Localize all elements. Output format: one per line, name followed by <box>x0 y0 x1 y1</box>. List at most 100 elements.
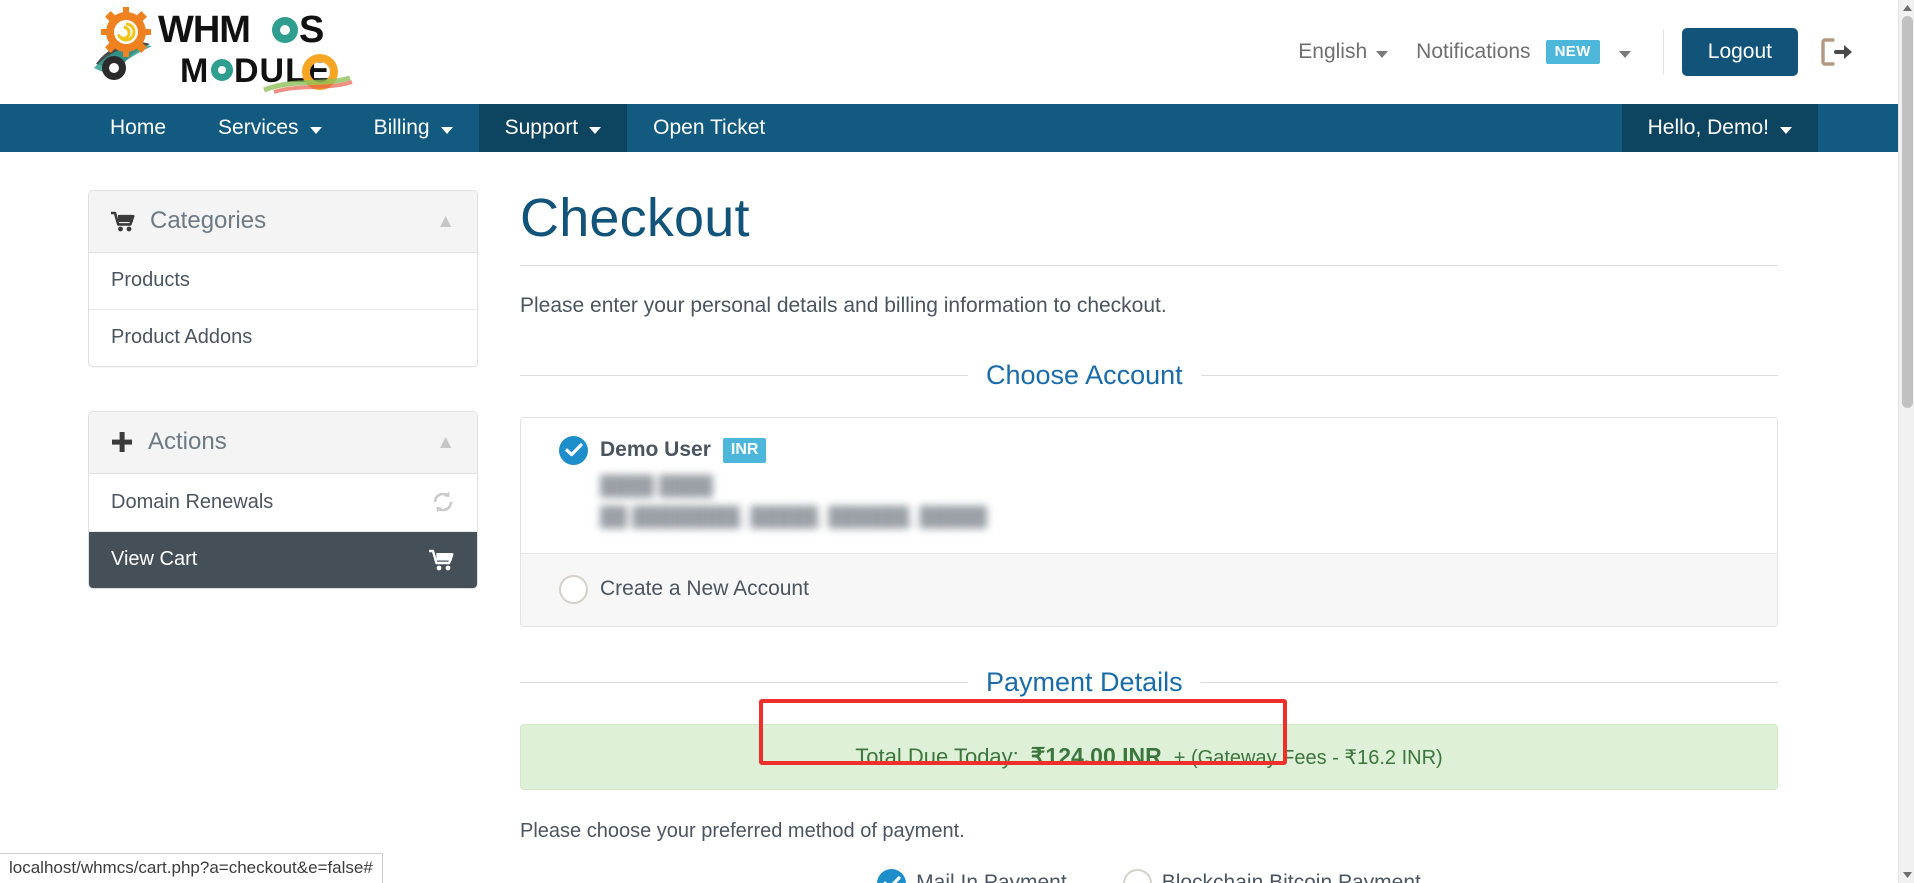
radio-unselected-icon[interactable] <box>559 574 588 604</box>
chevron-down-icon <box>1376 50 1389 58</box>
choose-account-heading: Choose Account <box>986 359 1183 390</box>
new-account-row: Create a New Account <box>559 574 1739 604</box>
language-label: English <box>1298 40 1368 63</box>
radio-selected-icon[interactable] <box>559 435 588 465</box>
chevron-up-icon[interactable]: ▲ <box>436 212 455 231</box>
logout-arrow-icon[interactable] <box>1820 37 1854 67</box>
account-name: Demo User <box>600 438 711 462</box>
chevron-down-icon <box>440 126 453 134</box>
page-scrollbar[interactable] <box>1898 0 1914 883</box>
sidebar-panel-categories-header[interactable]: Categories ▲ <box>89 191 477 253</box>
nav-label: Open Ticket <box>653 116 766 139</box>
account-option-existing[interactable]: Demo User INR ████ ████ ██ ████████, ███… <box>521 417 1777 553</box>
payment-method-mail-in[interactable]: Mail In Payment <box>877 868 1067 883</box>
payment-method-blockchain-bitcoin[interactable]: Blockchain Bitcoin Payment <box>1122 868 1421 883</box>
chevron-down-icon <box>309 126 322 134</box>
divider-rule <box>1200 681 1778 683</box>
account-address-line-2: ██ ████████, █████, ██████, █████ <box>600 506 987 528</box>
browser-page: WHM S M DULE English Notifications NEW L… <box>0 0 1914 883</box>
total-due-amount: ₹124.00 INR <box>1030 743 1162 770</box>
radio-unselected-icon[interactable] <box>1122 868 1152 883</box>
sidebar-panel-title: Categories <box>150 207 267 234</box>
payment-details-heading: Payment Details <box>986 666 1183 697</box>
title-divider <box>520 264 1778 266</box>
language-selector[interactable]: English <box>1284 40 1402 64</box>
main-content: Checkout Please enter your personal deta… <box>520 190 1778 883</box>
sidebar: Categories ▲ Products Product Addons Act… <box>88 190 478 633</box>
nav-item-account-menu[interactable]: Hello, Demo! <box>1621 104 1818 152</box>
scroll-up-arrow-icon[interactable] <box>1899 0 1914 16</box>
svg-text:S: S <box>299 9 324 51</box>
cart-icon <box>111 211 135 232</box>
sidebar-panel-actions: Actions ▲ Domain Renewals View Cart <box>88 411 478 589</box>
nav-item-support[interactable]: Support <box>478 104 628 152</box>
chevron-down-icon <box>1618 50 1631 58</box>
account-chooser: Demo User INR ████ ████ ██ ████████, ███… <box>520 416 1778 627</box>
scroll-down-arrow-icon[interactable] <box>1899 867 1914 883</box>
site-logo[interactable]: WHM S M DULE <box>88 6 356 94</box>
nav-item-open-ticket[interactable]: Open Ticket <box>627 104 791 152</box>
site-header: WHM S M DULE English Notifications NEW L… <box>0 0 1898 104</box>
account-currency-badge: INR <box>722 437 767 463</box>
sidebar-item-view-cart[interactable]: View Cart <box>89 532 477 588</box>
payment-details-divider: Payment Details <box>520 667 1778 698</box>
nav-item-billing[interactable]: Billing <box>348 104 479 152</box>
choose-account-divider: Choose Account <box>520 360 1778 391</box>
payment-method-lead-text: Please choose your preferred method of p… <box>520 819 965 842</box>
nav-label: Support <box>504 116 579 139</box>
gateway-fees-note: + (Gateway Fees - ₹16.2 INR) <box>1173 747 1443 770</box>
nav-account-area: Hello, Demo! <box>1621 104 1898 152</box>
chevron-down-icon <box>589 126 602 134</box>
account-address-line-1: ████ ████ <box>600 475 713 497</box>
logout-button[interactable]: Logout <box>1681 27 1798 77</box>
nav-label: Billing <box>373 116 430 139</box>
notifications-label: Notifications <box>1416 40 1531 63</box>
sidebar-panel-title: Actions <box>148 428 227 455</box>
sidebar-item-product-addons[interactable]: Product Addons <box>89 310 477 366</box>
scrollbar-thumb[interactable] <box>1902 16 1913 408</box>
notifications-menu[interactable]: Notifications NEW <box>1402 40 1645 64</box>
page-viewport: WHM S M DULE English Notifications NEW L… <box>0 0 1898 883</box>
new-account-label: Create a New Account <box>600 577 809 601</box>
page-body: Categories ▲ Products Product Addons Act… <box>0 152 1898 883</box>
sidebar-panel-categories: Categories ▲ Products Product Addons <box>88 190 478 367</box>
sidebar-item-label: Domain Renewals <box>111 490 274 513</box>
account-option-row: Demo User INR <box>559 435 1739 465</box>
divider-rule <box>520 681 968 683</box>
sidebar-item-domain-renewals[interactable]: Domain Renewals <box>89 474 477 532</box>
chevron-up-icon[interactable]: ▲ <box>436 433 455 452</box>
chevron-down-icon <box>1780 126 1792 134</box>
sidebar-item-label: Product Addons <box>111 326 253 348</box>
account-greeting: Hello, Demo! <box>1647 116 1769 139</box>
browser-status-bar: localhost/whmcs/cart.php?a=checkout&e=fa… <box>0 853 383 883</box>
cart-icon <box>429 549 455 571</box>
divider-rule <box>1200 374 1778 376</box>
account-address-redacted: ████ ████ ██ ████████, █████, ██████, ██… <box>600 476 1739 529</box>
checkout-lead-text: Please enter your personal details and b… <box>520 293 1167 317</box>
payment-method-label: Mail In Payment <box>916 871 1067 883</box>
main-navigation: Home Services Billing Support Open Ticke… <box>0 104 1898 152</box>
whmcs-module-logo-icon: WHM S M DULE <box>94 7 353 94</box>
page-title: Checkout <box>520 188 750 248</box>
total-due-banner: Total Due Today: ₹124.00 INR + (Gateway … <box>520 698 1778 790</box>
nav-item-home[interactable]: Home <box>84 104 192 152</box>
sidebar-item-products[interactable]: Products <box>89 253 477 310</box>
sign-out-icon <box>1821 38 1852 66</box>
svg-text:WHM: WHM <box>158 9 250 51</box>
svg-text:M: M <box>180 52 209 90</box>
nav-label: Services <box>218 116 299 139</box>
header-right-controls: English Notifications NEW Logout <box>1284 0 1854 104</box>
nav-label: Home <box>110 116 167 139</box>
nav-primary-items: Home Services Billing Support Open Ticke… <box>84 104 791 152</box>
plus-icon <box>111 431 133 453</box>
total-due-content: Total Due Today: ₹124.00 INR + (Gateway … <box>855 743 1442 770</box>
nav-item-services[interactable]: Services <box>192 104 348 152</box>
sidebar-item-label: Products <box>111 269 190 291</box>
notifications-new-badge: NEW <box>1545 40 1600 64</box>
refresh-icon <box>431 490 455 514</box>
divider-rule <box>520 374 968 376</box>
radio-selected-icon[interactable] <box>877 868 907 883</box>
sidebar-panel-actions-header[interactable]: Actions ▲ <box>89 412 477 474</box>
account-option-new[interactable]: Create a New Account <box>521 552 1777 626</box>
sidebar-item-label: View Cart <box>111 548 198 570</box>
